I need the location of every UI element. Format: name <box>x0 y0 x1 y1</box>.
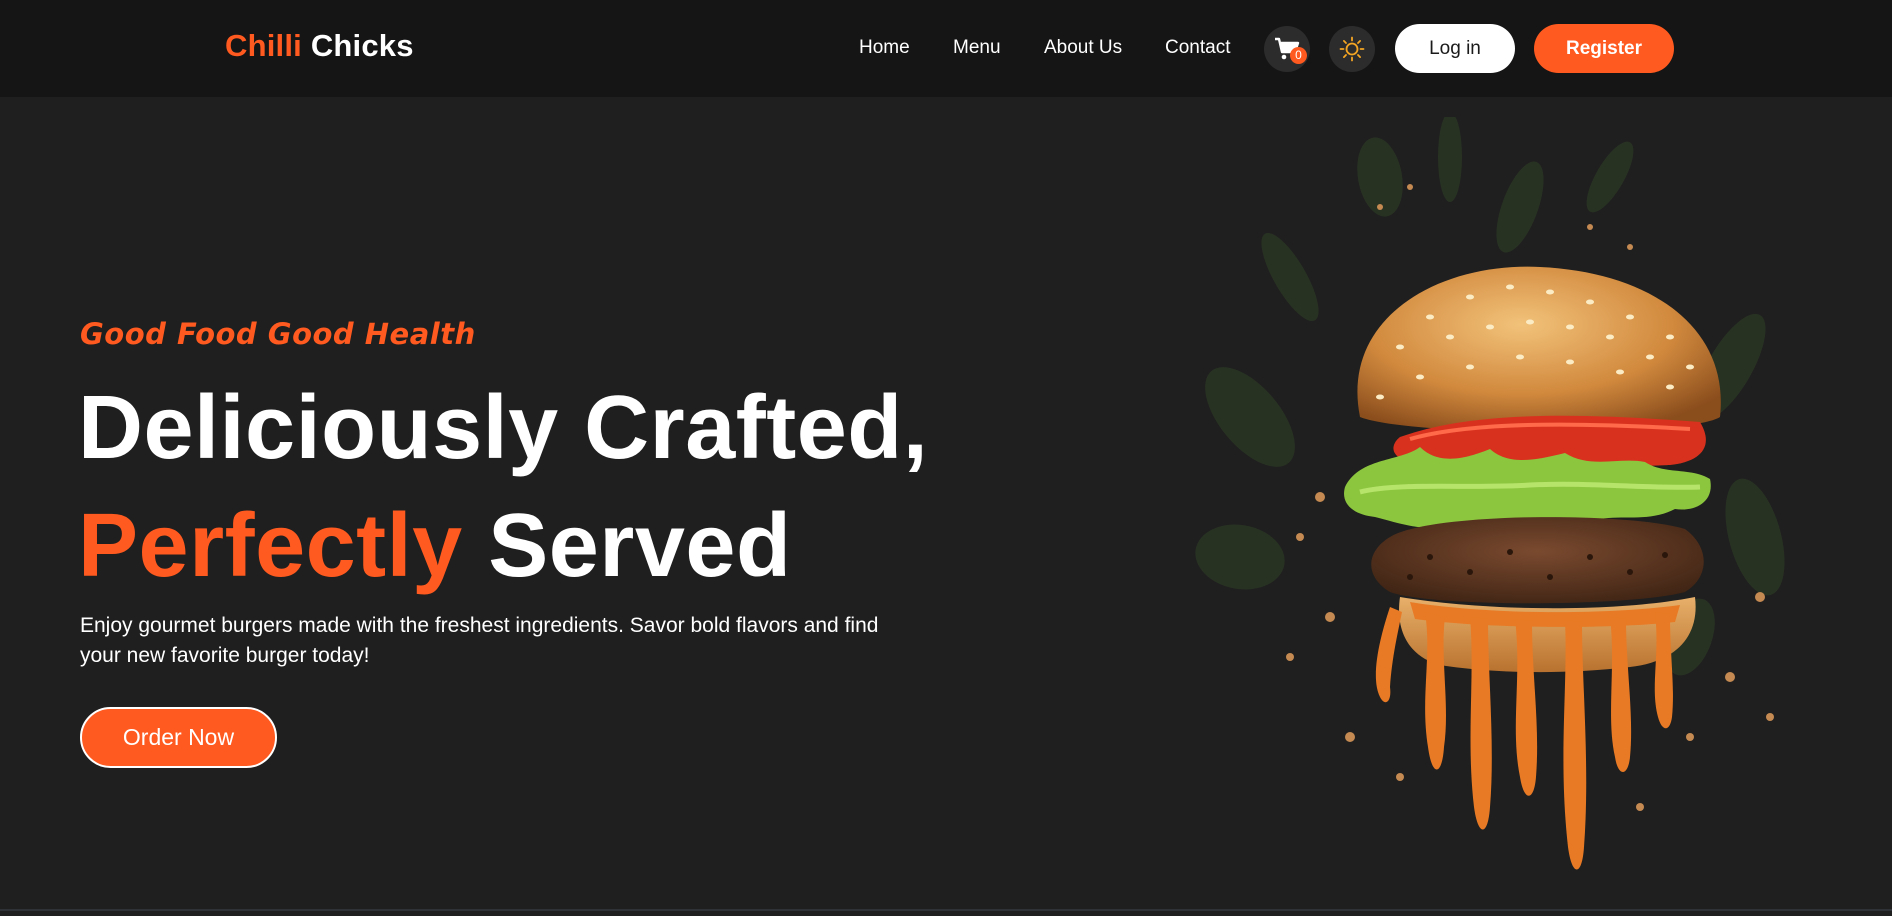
theme-toggle-button[interactable] <box>1329 26 1375 72</box>
hero-tagline: Good Food Good Health <box>80 317 476 351</box>
order-now-button[interactable]: Order Now <box>80 707 277 768</box>
brand-name-accent: Chilli <box>225 28 302 63</box>
nav-link-contact[interactable]: Contact <box>1165 37 1230 59</box>
sun-icon <box>1339 36 1365 62</box>
cart-count-badge: 0 <box>1290 47 1307 64</box>
burger-image <box>1195 117 1785 870</box>
cart-button[interactable]: 0 <box>1264 26 1310 72</box>
hero-description: Enjoy gourmet burgers made with the fres… <box>80 614 879 667</box>
hero-section: Good Food Good Health Deliciously Crafte… <box>0 97 1892 907</box>
hero-headline-accent: Perfectly <box>78 496 463 596</box>
nav-link-menu[interactable]: Menu <box>953 37 1001 59</box>
hero-headline-rest: Served <box>462 496 792 596</box>
brand-name-rest: Chicks <box>310 28 414 63</box>
hero-headline-line1: Deliciously Crafted, <box>78 378 929 478</box>
section-divider <box>0 909 1892 911</box>
navbar: Chilli Chicks Home Menu About Us Contact… <box>0 0 1892 97</box>
nav-link-home[interactable]: Home <box>859 37 910 59</box>
nav-link-about-us[interactable]: About Us <box>1044 37 1122 59</box>
hero-headline-line2: Perfectly Served <box>78 495 791 598</box>
register-button[interactable]: Register <box>1534 24 1674 73</box>
login-button[interactable]: Log in <box>1395 24 1515 73</box>
brand-logo[interactable]: Chilli Chicks <box>225 28 414 64</box>
